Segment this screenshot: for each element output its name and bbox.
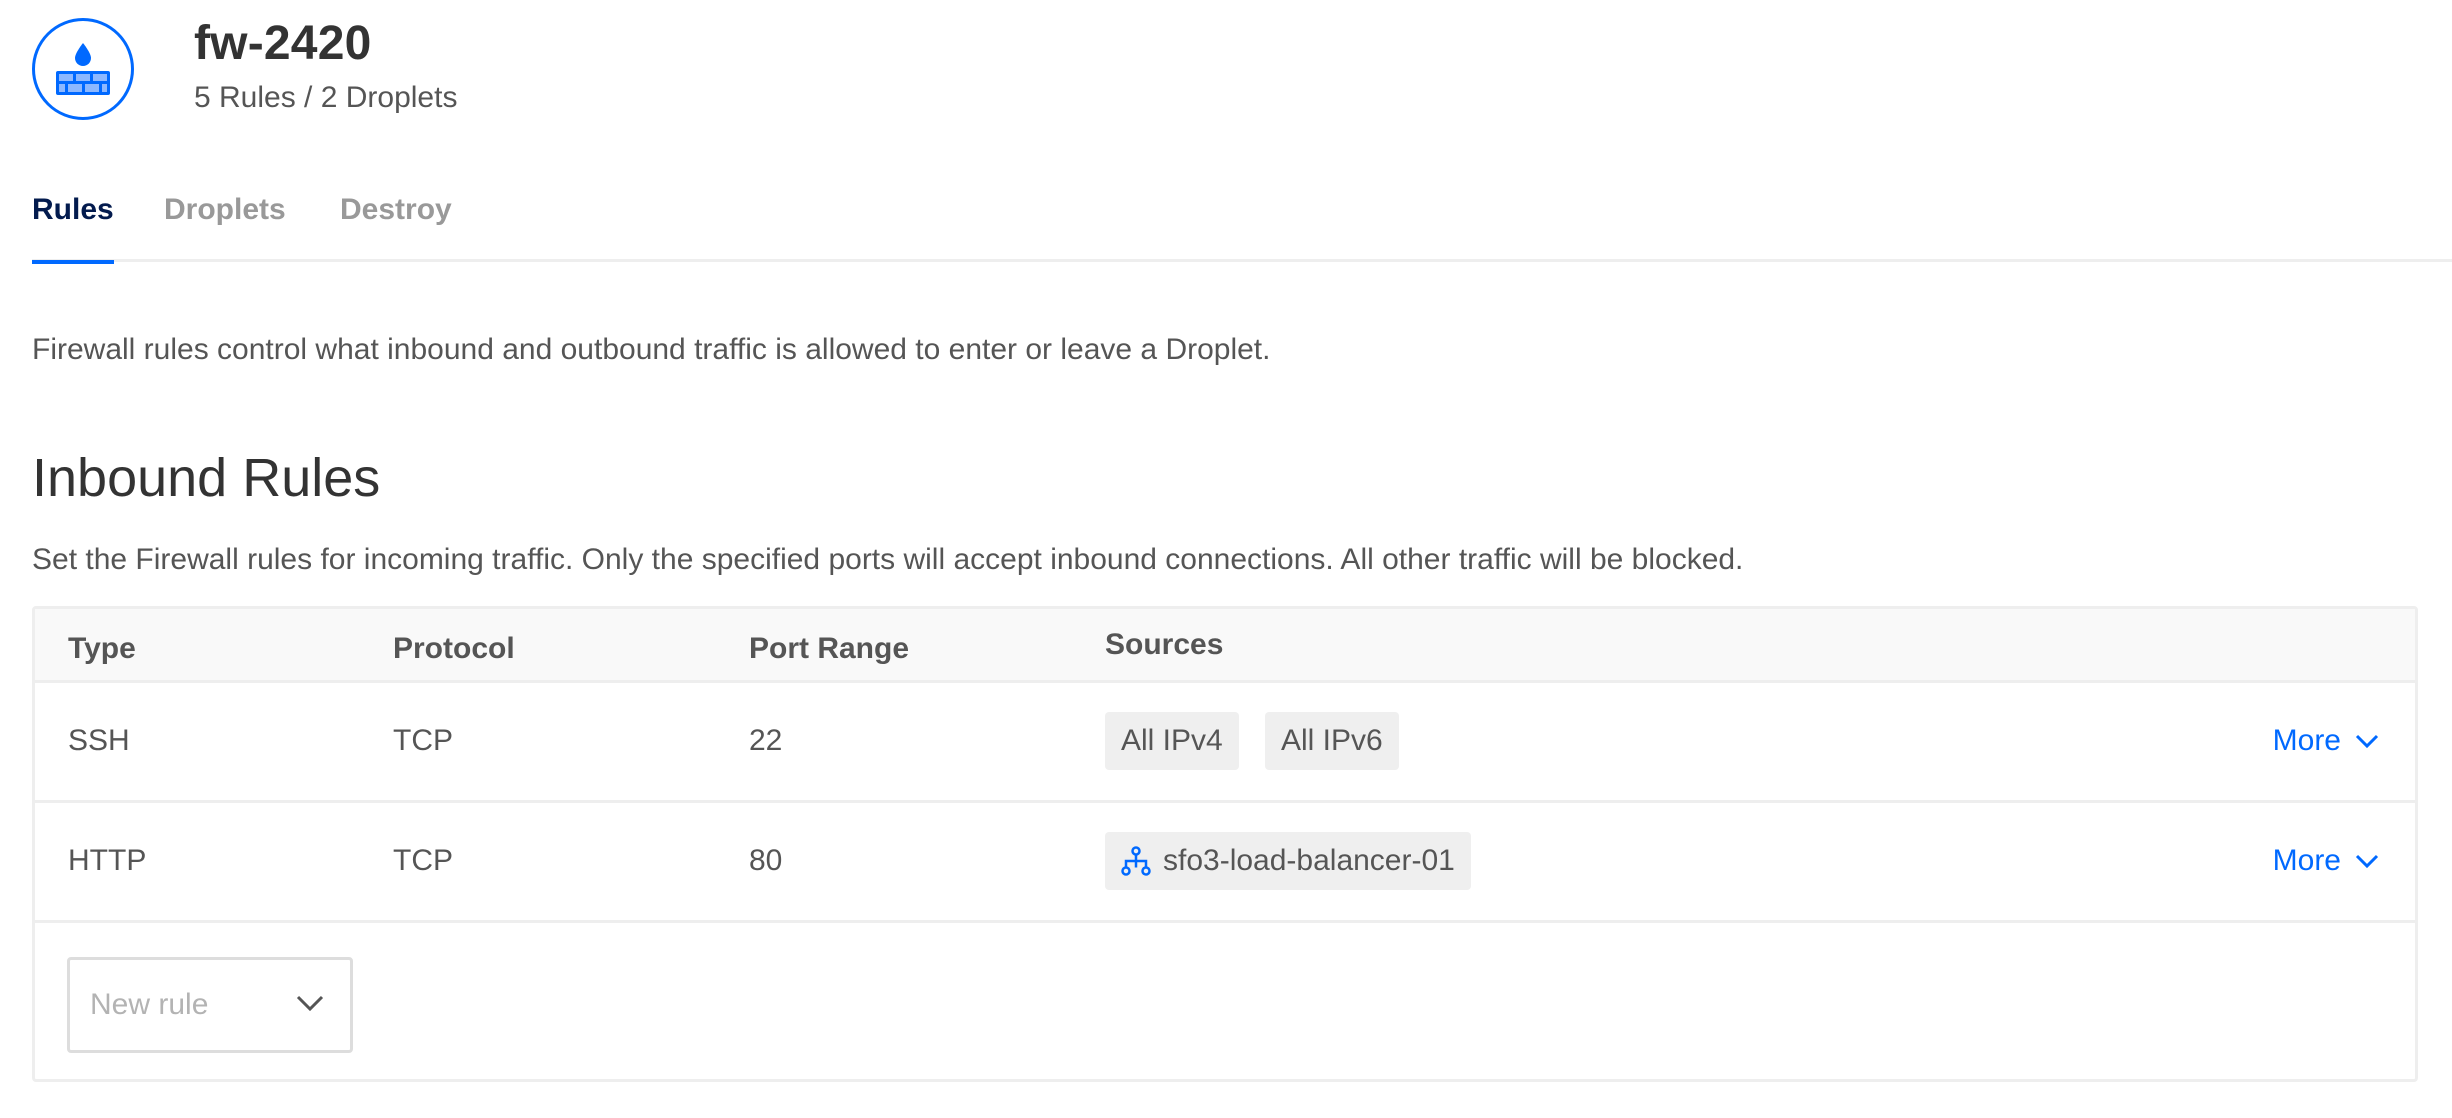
rule-port-range: 22: [749, 724, 783, 757]
column-header-protocol: Protocol: [393, 632, 515, 665]
firewall-title-block: fw-2420 5 Rules / 2 Droplets: [194, 16, 457, 116]
inbound-rules-description: Set the Firewall rules for incoming traf…: [32, 543, 1744, 576]
source-tag-label: sfo3-load-balancer-01: [1163, 844, 1455, 877]
chevron-down-icon: [296, 994, 324, 1017]
more-label: More: [2272, 724, 2341, 757]
table-row: SSH TCP 22 All IPv4 All IPv6 More: [35, 683, 2415, 803]
chevron-down-icon: [2355, 733, 2379, 749]
table-row: HTTP TCP 80 sfo3-load-balancer-01 More: [35, 803, 2415, 923]
new-rule-select[interactable]: New rule: [67, 957, 353, 1053]
table-header: Type Protocol Port Range Sources: [35, 609, 2415, 683]
more-menu-button[interactable]: More: [2273, 841, 2379, 881]
rule-protocol: TCP: [393, 724, 453, 757]
chevron-down-icon: [2355, 853, 2379, 869]
more-menu-button[interactable]: More: [2273, 721, 2379, 761]
source-tag-label: All IPv4: [1121, 724, 1223, 757]
intro-text: Firewall rules control what inbound and …: [32, 333, 1271, 366]
inbound-rules-table: Type Protocol Port Range Sources SSH TCP…: [32, 606, 2418, 1082]
firewall-icon: [32, 18, 134, 120]
column-header-type: Type: [68, 632, 136, 665]
source-tag-label: All IPv6: [1281, 724, 1383, 757]
tab-bar: Rules Droplets Destroy: [32, 186, 2452, 264]
source-tag: sfo3-load-balancer-01: [1105, 832, 1471, 890]
more-label: More: [2272, 844, 2341, 877]
column-header-port-range: Port Range: [749, 632, 910, 665]
rule-type: HTTP: [68, 844, 147, 877]
page-subtitle: 5 Rules / 2 Droplets: [194, 81, 458, 114]
rule-port-range: 80: [749, 844, 783, 877]
inbound-rules-title: Inbound Rules: [32, 448, 381, 508]
new-rule-placeholder: New rule: [90, 988, 209, 1021]
tab-destroy[interactable]: Destroy: [340, 186, 452, 260]
page-title: fw-2420: [194, 17, 372, 70]
load-balancer-icon: [1121, 846, 1151, 876]
column-header-sources: Sources: [1105, 628, 1224, 661]
rule-type: SSH: [68, 724, 130, 757]
source-tag: All IPv6: [1265, 712, 1399, 770]
tab-rules[interactable]: Rules: [32, 186, 114, 264]
firewall-detail-page: fw-2420 5 Rules / 2 Droplets Rules Dropl…: [0, 0, 2452, 1118]
firewall-header: fw-2420 5 Rules / 2 Droplets: [32, 16, 457, 120]
source-tag: All IPv4: [1105, 712, 1239, 770]
rule-protocol: TCP: [393, 844, 453, 877]
tab-droplets[interactable]: Droplets: [164, 186, 286, 260]
